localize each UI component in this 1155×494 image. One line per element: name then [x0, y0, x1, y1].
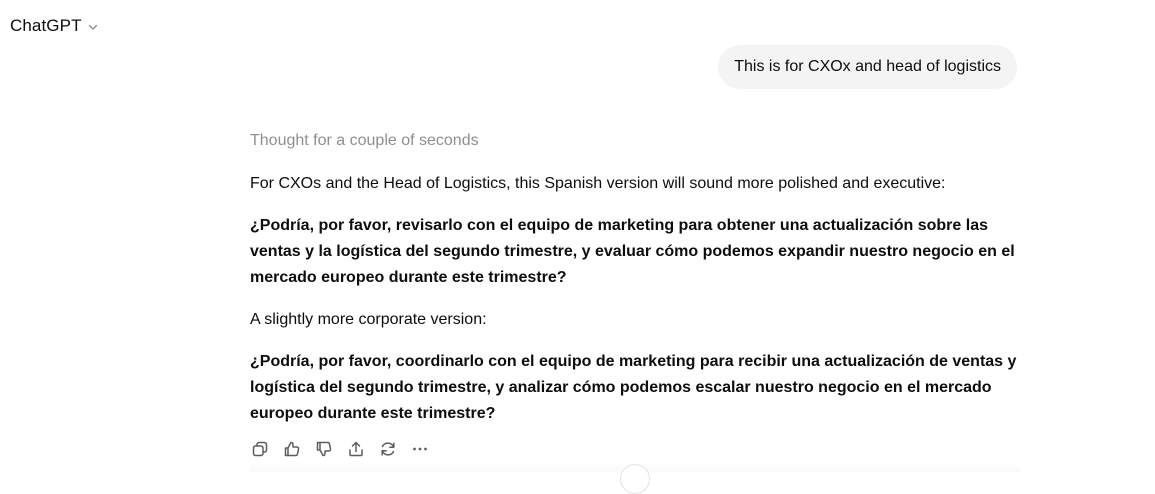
- user-message: This is for CXOx and head of logistics: [718, 45, 1017, 89]
- corporate-intro-paragraph: A slightly more corporate version:: [250, 311, 487, 328]
- translation-version-2: ¿Podría, por favor, coordinarlo con el e…: [250, 353, 1017, 422]
- share-button[interactable]: [346, 439, 366, 459]
- copy-button[interactable]: [250, 439, 270, 459]
- user-message-text: This is for CXOx and head of logistics: [734, 58, 1001, 75]
- more-icon: [413, 447, 427, 451]
- model-selector[interactable]: ChatGPT: [10, 14, 100, 38]
- chevron-down-icon: [86, 20, 100, 34]
- scroll-to-bottom-button[interactable]: [620, 464, 650, 494]
- share-icon: [349, 441, 363, 457]
- translation-version-1: ¿Podría, por favor, revisarlo con el equ…: [250, 217, 1015, 286]
- more-actions-button[interactable]: [410, 439, 430, 459]
- thumbs-down-icon: [316, 441, 332, 457]
- regenerate-icon: [381, 442, 395, 456]
- thumbs-up-icon: [284, 441, 300, 457]
- good-response-button[interactable]: [282, 439, 302, 459]
- regenerate-button[interactable]: [378, 439, 398, 459]
- copy-icon: [252, 441, 268, 457]
- intro-paragraph: For CXOs and the Head of Logistics, this…: [250, 175, 946, 192]
- thought-status[interactable]: Thought for a couple of seconds: [250, 130, 1020, 152]
- assistant-message: Thought for a couple of seconds For CXOs…: [250, 130, 1020, 427]
- model-name: ChatGPT: [10, 16, 82, 35]
- bad-response-button[interactable]: [314, 439, 334, 459]
- message-actions: [250, 439, 442, 459]
